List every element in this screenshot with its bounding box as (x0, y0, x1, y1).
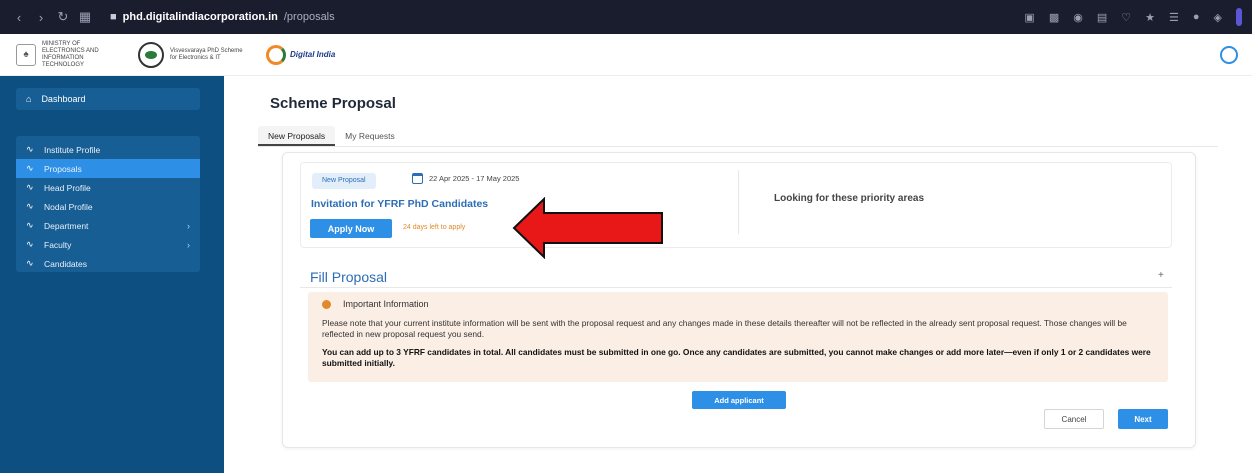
translate-icon[interactable]: ▩ (1049, 11, 1059, 24)
expand-icon[interactable]: + (1158, 270, 1164, 281)
scheme-logo: Visvesvaraya PhD Scheme for Electronics … (138, 41, 246, 68)
read-mode-icon[interactable]: ▤ (1097, 11, 1107, 24)
url-path: /proposals (283, 11, 335, 23)
sidebar-menu: ∿ Institute Profile ∿ Proposals ∿ Head P… (16, 136, 200, 272)
sidebar-item-label: Candidates (44, 258, 88, 269)
fill-proposal-title: Fill Proposal (310, 269, 388, 285)
sidebar-item-label: Dashboard (41, 94, 86, 104)
ministry-logo: ♠ MINISTRY OF ELECTRONICS AND INFORMATIO… (16, 41, 118, 69)
section-divider (300, 287, 1172, 288)
add-applicant-button[interactable]: Add applicant (692, 391, 786, 409)
forward-icon[interactable]: › (30, 10, 52, 25)
sidebar-item-label: Proposals (44, 163, 82, 174)
info-heading: Important Information (322, 299, 429, 309)
proposal-title[interactable]: Invitation for YFRF PhD Candidates (311, 198, 488, 210)
address-bar[interactable]: ■ phd.digitalindiacorporation.in/proposa… (110, 11, 335, 23)
cancel-button[interactable]: Cancel (1044, 409, 1104, 429)
sidebar-item-faculty[interactable]: ∿ Faculty › (16, 235, 200, 254)
url-host: phd.digitalindiacorporation.in (122, 11, 278, 23)
home-icon: ⌂ (26, 94, 32, 104)
scheme-text: Visvesvaraya PhD Scheme for Electronics … (170, 47, 243, 61)
collections-icon[interactable]: ☰ (1169, 11, 1179, 24)
sidebar-item-institute-profile[interactable]: ∿ Institute Profile (16, 140, 200, 159)
sidebar-item-department[interactable]: ∿ Department › (16, 216, 200, 235)
back-icon[interactable]: ‹ (8, 10, 30, 25)
info-warning-paragraph: You can add up to 3 YFRF candidates in t… (322, 347, 1151, 368)
lock-icon: ■ (110, 11, 117, 23)
sidebar-item-candidates[interactable]: ∿ Candidates (16, 254, 200, 273)
pulse-icon: ∿ (26, 239, 34, 249)
warning-icon (322, 299, 331, 309)
pulse-icon: ∿ (26, 144, 34, 154)
red-arrow-annotation (512, 197, 663, 259)
favorites-bar-icon[interactable]: ★ (1145, 11, 1155, 24)
tabs-divider (258, 146, 1218, 147)
calendar-icon (412, 173, 423, 184)
scheme-icon (138, 41, 164, 68)
digital-india-logo: Digital India (266, 44, 336, 65)
ministry-text: MINISTRY OF ELECTRONICS AND INFORMATION … (42, 40, 99, 68)
tab-new-proposals[interactable]: New Proposals (258, 126, 336, 146)
extensions-icon[interactable]: ◈ (1214, 11, 1222, 24)
emblem-icon: ♠ (16, 43, 36, 66)
sidebar-item-label: Nodal Profile (44, 201, 93, 212)
tab-my-requests[interactable]: My Requests (335, 126, 405, 146)
proposal-dates: 22 Apr 2025 - 17 May 2025 (412, 173, 519, 184)
vertical-divider (738, 170, 739, 234)
pulse-icon: ∿ (26, 201, 34, 211)
sidebar-item-proposals[interactable]: ∿ Proposals (16, 159, 200, 178)
date-range: 22 Apr 2025 - 17 May 2025 (429, 174, 520, 183)
pulse-icon: ∿ (26, 220, 34, 230)
days-left-text: 24 days left to apply (403, 224, 466, 231)
priority-areas-heading: Looking for these priority areas (774, 193, 925, 204)
sidebar-item-dashboard[interactable]: ⌂ Dashboard (16, 88, 200, 110)
apps-icon[interactable]: ▦ (74, 9, 96, 25)
proposal-tabs: New Proposals My Requests (258, 126, 405, 146)
chevron-right-icon: › (187, 239, 190, 250)
digital-india-icon (266, 44, 286, 65)
pulse-icon: ∿ (26, 182, 34, 192)
pulse-icon: ∿ (26, 258, 34, 268)
apply-now-button[interactable]: Apply Now (310, 219, 392, 238)
sidebar-item-nodal-profile[interactable]: ∿ Nodal Profile (16, 197, 200, 216)
next-button[interactable]: Next (1118, 409, 1168, 429)
profile-icon[interactable]: ● (1193, 11, 1200, 23)
sidebar-item-label: Head Profile (44, 182, 91, 193)
digital-india-text: Digital India (290, 50, 336, 59)
sidebar-toggle-icon[interactable] (1236, 8, 1242, 26)
status-badge: New Proposal (312, 173, 376, 189)
screenshot-icon[interactable]: ▣ (1024, 11, 1034, 24)
reload-icon[interactable]: ↻ (52, 9, 74, 25)
pulse-icon: ∿ (26, 163, 34, 173)
sidebar-item-label: Department (44, 220, 89, 231)
info-paragraph: Please note that your current institute … (322, 318, 1127, 339)
sidebar-item-label: Institute Profile (44, 144, 101, 155)
sidebar-item-head-profile[interactable]: ∿ Head Profile (16, 178, 200, 197)
browser-icons: ▣ ▩ ◉ ▤ ♡ ★ ☰ ● ◈ (1024, 0, 1242, 34)
sidebar-item-label: Faculty (44, 239, 72, 250)
info-heading-text: Important Information (343, 299, 429, 309)
page-title: Scheme Proposal (270, 95, 396, 112)
browser-toolbar: ‹ › ↻ ▦ ■ phd.digitalindiacorporation.in… (0, 0, 1252, 34)
zoom-icon[interactable]: ◉ (1073, 11, 1083, 24)
favorite-icon[interactable]: ♡ (1121, 11, 1131, 24)
user-icon[interactable] (1220, 46, 1238, 64)
app-header: ♠ MINISTRY OF ELECTRONICS AND INFORMATIO… (0, 34, 1252, 76)
chevron-right-icon: › (187, 220, 190, 231)
